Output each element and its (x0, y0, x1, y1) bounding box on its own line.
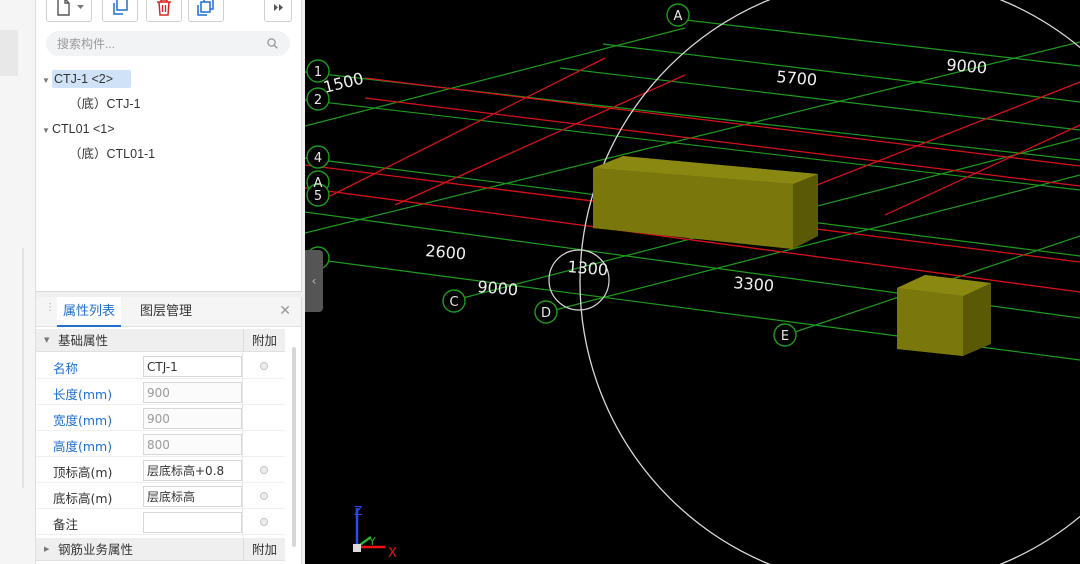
property-row-height: 高度(mm) (36, 431, 285, 457)
rebar-properties-header[interactable]: ▶ 钢筋业务属性 附加 (36, 538, 285, 561)
axis-label: 5 (314, 189, 322, 204)
attach-checkbox[interactable] (260, 518, 268, 526)
component-ctj-1-box[interactable] (593, 156, 818, 249)
grid-line (602, 43, 1080, 103)
x-axis-label: X (388, 546, 397, 561)
new-component-button[interactable] (46, 0, 92, 22)
attach-checkbox[interactable] (260, 492, 268, 500)
section-label: 基础属性 (58, 333, 109, 348)
tree-group-label: CTJ-1 <2> (52, 70, 132, 88)
properties-scrollbar[interactable] (292, 347, 296, 547)
name-field[interactable] (143, 356, 242, 377)
copy-component-button[interactable] (102, 0, 138, 22)
tree-item-ctl01-1-bottom[interactable]: （底）CTL01-1 (69, 143, 155, 165)
property-row-bottom-elevation: 底标高(m) (36, 483, 285, 509)
property-label: 长度(mm) (53, 387, 113, 402)
property-row-name: 名称 (36, 353, 285, 379)
extra-column-header: 附加 (243, 538, 285, 561)
axis-label: C (449, 295, 458, 310)
copy-icon (111, 0, 129, 16)
origin-marker (353, 544, 361, 552)
tree-group-ctj-1[interactable]: ▼ CTJ-1 <2> (42, 68, 132, 92)
extra-column-header: 附加 (243, 329, 285, 352)
more-icon (273, 3, 283, 11)
bottom-elevation-field[interactable] (143, 486, 242, 507)
tree-item-ctj-1-bottom[interactable]: （底）CTJ-1 (69, 93, 141, 115)
grid-line (559, 67, 1080, 131)
axis-label: D (541, 306, 551, 321)
dimension-label: 3300 (733, 273, 775, 295)
dimension-label: 2600 (425, 241, 467, 263)
axis-label: E (781, 329, 789, 344)
remark-field[interactable] (143, 512, 242, 533)
y-axis-label: Y (368, 535, 376, 548)
component-search (46, 31, 290, 56)
attach-checkbox[interactable] (260, 466, 268, 474)
copy-to-floor-icon (197, 0, 215, 16)
dimension-label: 9000 (477, 277, 519, 299)
height-field[interactable] (143, 434, 242, 455)
new-component-icon (55, 0, 71, 16)
model-canvas[interactable]: A 1 2 4 A 5 C D E 1500 5700 9000 2600 13… (305, 0, 1080, 564)
tree-item-label: （底）CTJ-1 (69, 97, 141, 111)
property-row-top-elevation: 顶标高(m) (36, 457, 285, 483)
tab-layer-management[interactable]: 图层管理 (140, 297, 192, 327)
dropdown-icon[interactable] (76, 4, 84, 10)
app-window: ▼CTJ-1 <2> （底）CTJ-1 ▼CTL01 <1> （底）CTL01-… (0, 0, 1080, 564)
attach-checkbox[interactable] (260, 362, 268, 370)
expand-caret-icon[interactable]: ▼ (42, 120, 52, 142)
property-label: 备注 (53, 517, 79, 532)
grid-line (676, 18, 1080, 67)
search-icon[interactable] (267, 38, 278, 52)
tree-group-label: CTL01 <1> (52, 122, 115, 136)
property-label: 顶标高(m) (53, 465, 113, 480)
dimension-label: 5700 (776, 67, 818, 89)
basic-properties-header[interactable]: ▼ 基础属性 附加 (36, 329, 285, 352)
axis-label: 2 (314, 93, 322, 108)
section-label: 钢筋业务属性 (58, 542, 134, 557)
left-strip-selected-item[interactable] (0, 30, 18, 76)
collapse-caret-icon[interactable]: ▼ (44, 329, 49, 352)
axis-label: A (674, 9, 683, 24)
more-button[interactable] (264, 0, 292, 22)
column-divider (242, 353, 243, 537)
component-tree-panel: ▼CTJ-1 <2> （底）CTJ-1 ▼CTL01 <1> （底）CTL01-… (36, 0, 302, 292)
top-elevation-field[interactable] (143, 460, 242, 481)
property-row-remark: 备注 (36, 509, 285, 535)
panel-collapse-handle[interactable]: ‹ (305, 250, 323, 312)
expand-caret-icon[interactable]: ▶ (44, 538, 49, 561)
dimension-label: 1300 (567, 257, 609, 279)
properties-tab-bar: ⋮⋮ 属性列表 图层管理 ✕ (36, 297, 301, 327)
coordinate-axes-icon: Z Y X (353, 504, 397, 561)
properties-panel: ⋮⋮ 属性列表 图层管理 ✕ ▼ 基础属性 附加 名称 长度(mm) 宽度(mm… (36, 297, 302, 564)
component-ctl01-box[interactable] (897, 275, 991, 356)
dimension-label: 9000 (946, 55, 988, 77)
box-front (897, 288, 963, 356)
tree-item-label: （底）CTL01-1 (69, 147, 156, 161)
z-axis-label: Z (354, 504, 362, 518)
property-label: 底标高(m) (53, 491, 113, 506)
collapse-icon: ‹ (311, 274, 317, 288)
property-row-length: 长度(mm) (36, 379, 285, 405)
property-row-width: 宽度(mm) (36, 405, 285, 431)
property-label: 高度(mm) (53, 439, 113, 454)
copy-to-floor-button[interactable] (188, 0, 224, 22)
tab-property-list[interactable]: 属性列表 (57, 297, 122, 327)
axis-label: 4 (314, 151, 322, 166)
grid-line (364, 77, 1080, 167)
property-label: 名称 (53, 361, 79, 376)
search-input[interactable] (46, 31, 290, 56)
width-field[interactable] (143, 408, 242, 429)
tree-group-ctl01[interactable]: ▼ CTL01 <1> (42, 118, 115, 140)
expand-caret-icon[interactable]: ▼ (42, 70, 52, 92)
delete-icon (156, 0, 172, 16)
delete-component-button[interactable] (146, 0, 182, 22)
property-label: 宽度(mm) (53, 413, 113, 428)
length-field[interactable] (143, 382, 242, 403)
left-navigation-strip (0, 0, 36, 564)
3d-viewport[interactable]: A 1 2 4 A 5 C D E 1500 5700 9000 2600 13… (305, 0, 1080, 564)
left-strip-divider (22, 248, 24, 488)
grid-line (884, 124, 1080, 216)
close-icon[interactable]: ✕ (279, 304, 291, 318)
